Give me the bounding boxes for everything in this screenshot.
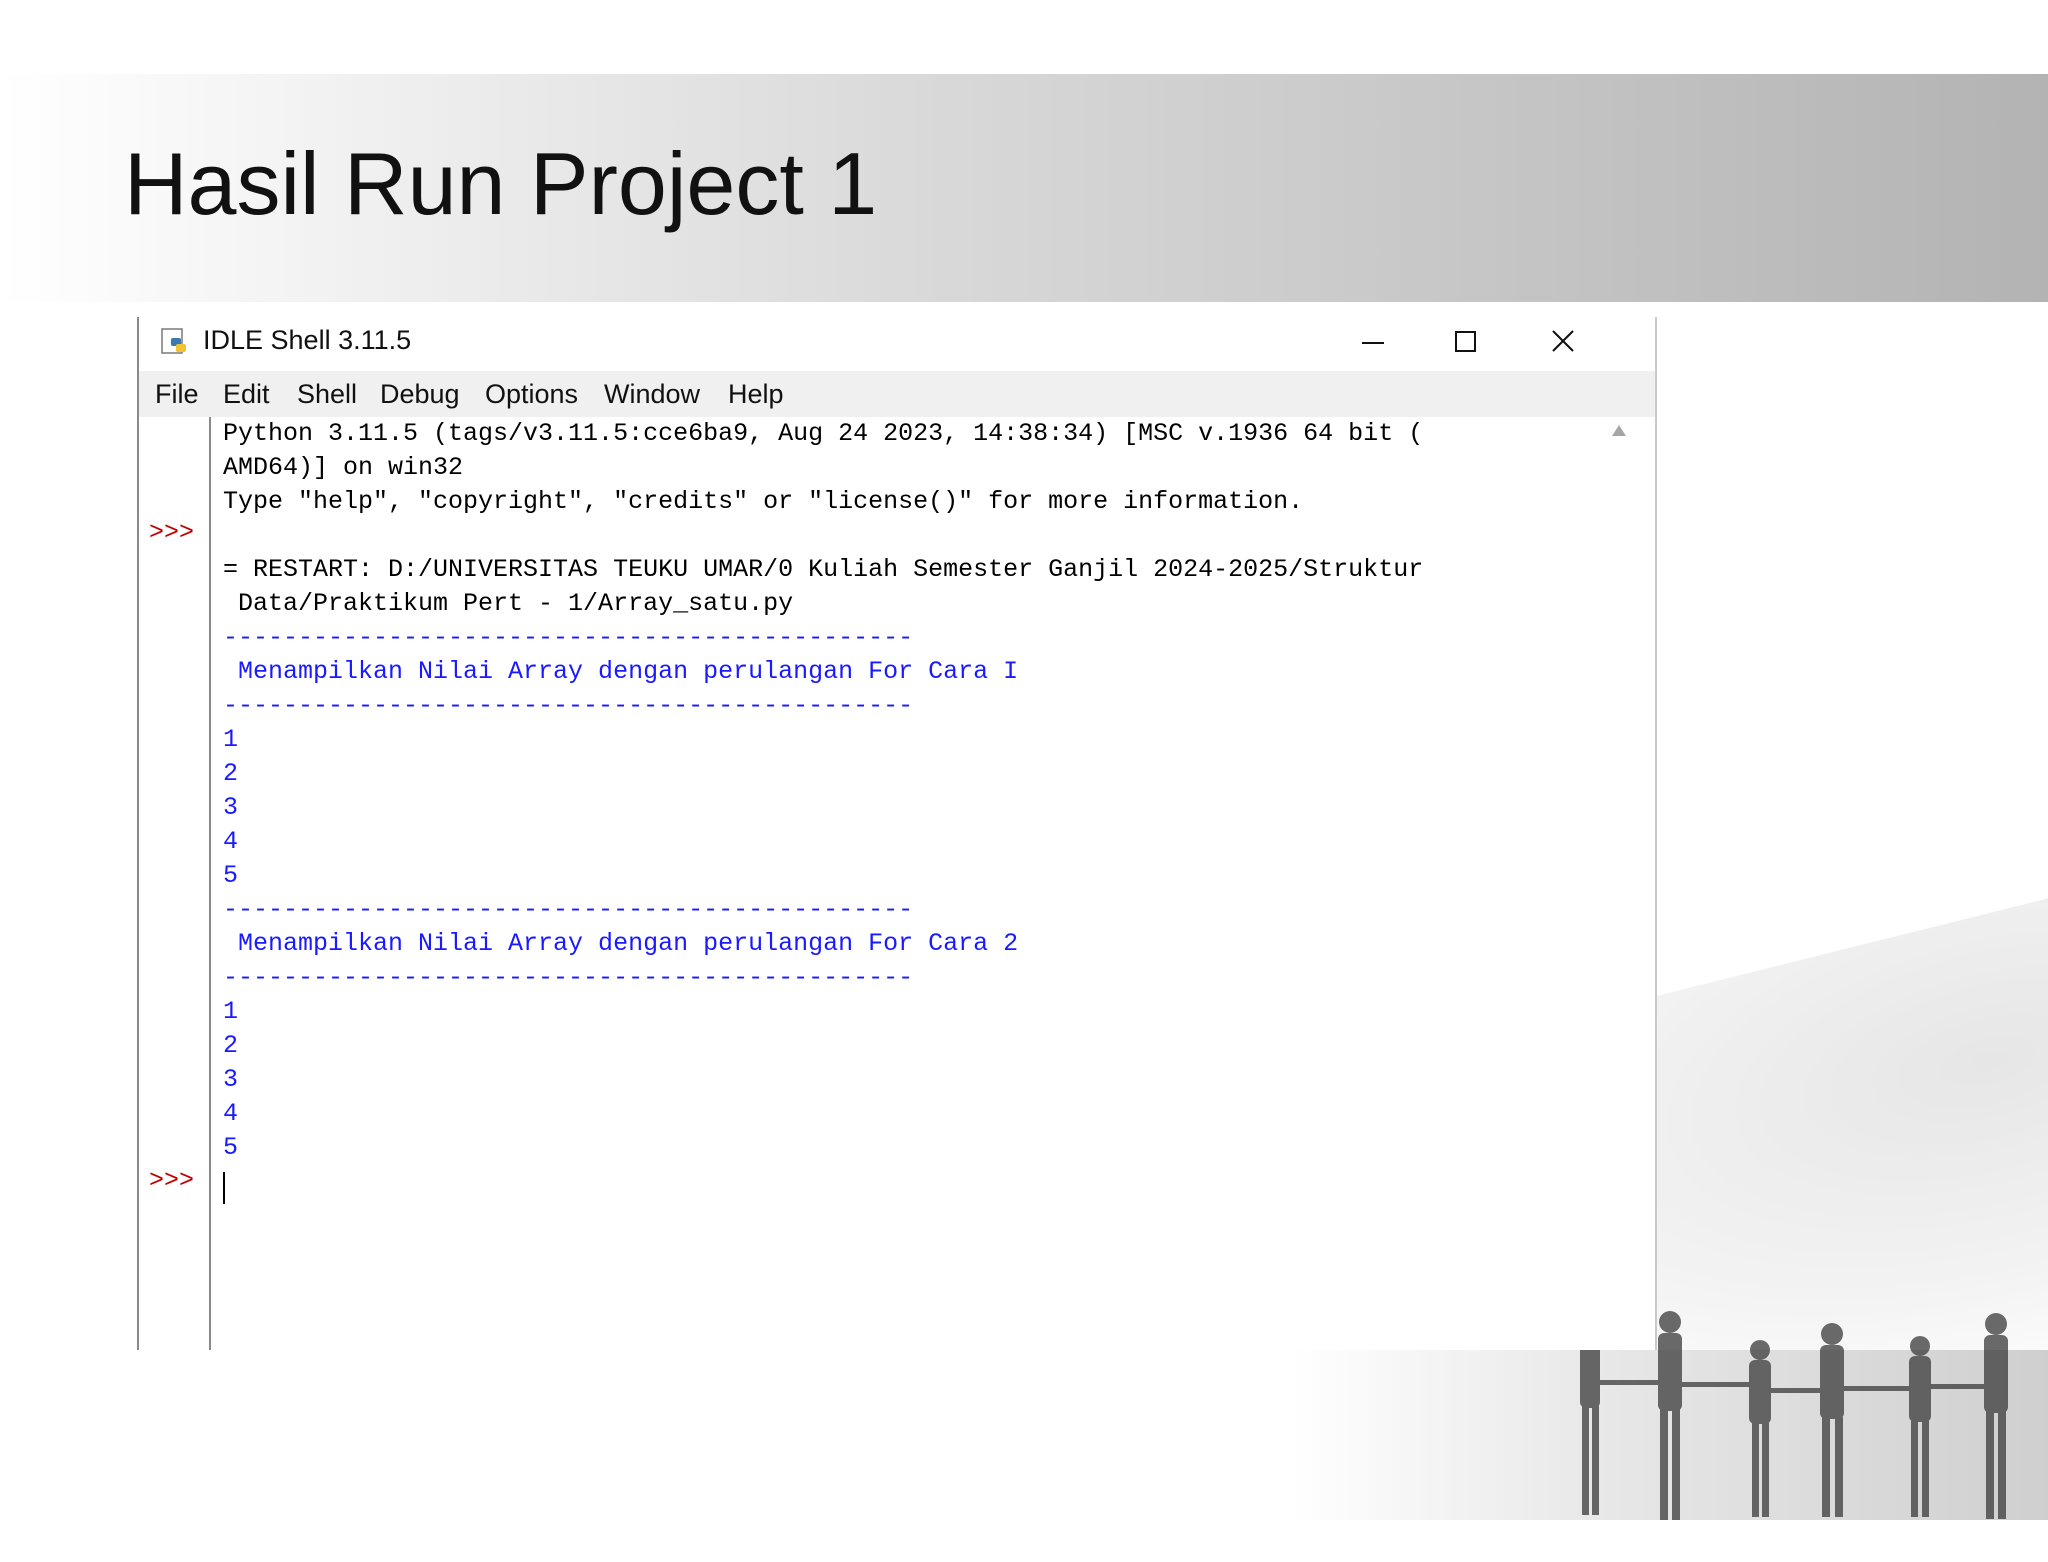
output-value: 3 (223, 1065, 239, 1094)
restart-line: = RESTART: D:/UNIVERSITAS TEUKU UMAR/0 K… (223, 555, 1424, 584)
title-bar: IDLE Shell 3.11.5 (139, 317, 1655, 367)
output-value: 5 (223, 861, 239, 890)
output-value: 1 (223, 725, 239, 754)
window-title: IDLE Shell 3.11.5 (203, 325, 412, 355)
separator-line: ----------------------------------------… (223, 691, 914, 720)
banner-line: Type "help", "copyright", "credits" or "… (223, 487, 1304, 516)
menu-edit[interactable]: Edit (223, 379, 270, 410)
output-value: 2 (223, 759, 239, 788)
restart-line: Data/Praktikum Pert - 1/Array_satu.py (223, 589, 794, 618)
maximize-button[interactable] (1421, 317, 1513, 365)
shell-output-area[interactable]: Python 3.11.5 (tags/v3.11.5:cce6ba9, Aug… (211, 417, 1655, 1350)
menu-file[interactable]: File (155, 379, 199, 410)
maximize-icon (1455, 331, 1476, 352)
shell-prompt: >>> (149, 1166, 195, 1195)
output-value: 3 (223, 793, 239, 822)
output-value: 2 (223, 1031, 239, 1060)
vertical-scrollbar[interactable] (1597, 417, 1637, 1350)
menu-window[interactable]: Window (604, 379, 700, 410)
output-value: 1 (223, 997, 239, 1026)
separator-line: ----------------------------------------… (223, 963, 914, 992)
prompt-gutter: >>> >>> (139, 417, 211, 1350)
output-value: 4 (223, 1099, 239, 1128)
python-idle-icon (161, 328, 186, 354)
output-value: 5 (223, 1133, 239, 1162)
menu-help[interactable]: Help (728, 379, 784, 410)
banner-line: AMD64)] on win32 (223, 453, 464, 482)
menu-debug[interactable]: Debug (380, 379, 460, 410)
banner-line: Python 3.11.5 (tags/v3.11.5:cce6ba9, Aug… (223, 419, 1424, 448)
output-heading: Menampilkan Nilai Array dengan perulanga… (223, 657, 1019, 686)
close-button[interactable] (1519, 317, 1611, 365)
shell-prompt: >>> (149, 518, 195, 547)
separator-line: ----------------------------------------… (223, 623, 914, 652)
scroll-up-arrow-icon[interactable] (1611, 424, 1627, 438)
separator-line: ----------------------------------------… (223, 895, 914, 924)
text-cursor (223, 1172, 225, 1204)
output-value: 4 (223, 827, 239, 856)
menu-bar: File Edit Shell Debug Options Window Hel… (139, 371, 1655, 417)
idle-shell-window: IDLE Shell 3.11.5 File Edit Shell Debug … (137, 317, 1657, 1350)
close-icon (1552, 330, 1574, 352)
output-heading: Menampilkan Nilai Array dengan perulanga… (223, 929, 1019, 958)
minimize-icon (1362, 342, 1384, 344)
minimize-button[interactable] (1329, 317, 1421, 365)
menu-options[interactable]: Options (485, 379, 578, 410)
menu-shell[interactable]: Shell (297, 379, 357, 410)
slide-title: Hasil Run Project 1 (124, 134, 878, 233)
